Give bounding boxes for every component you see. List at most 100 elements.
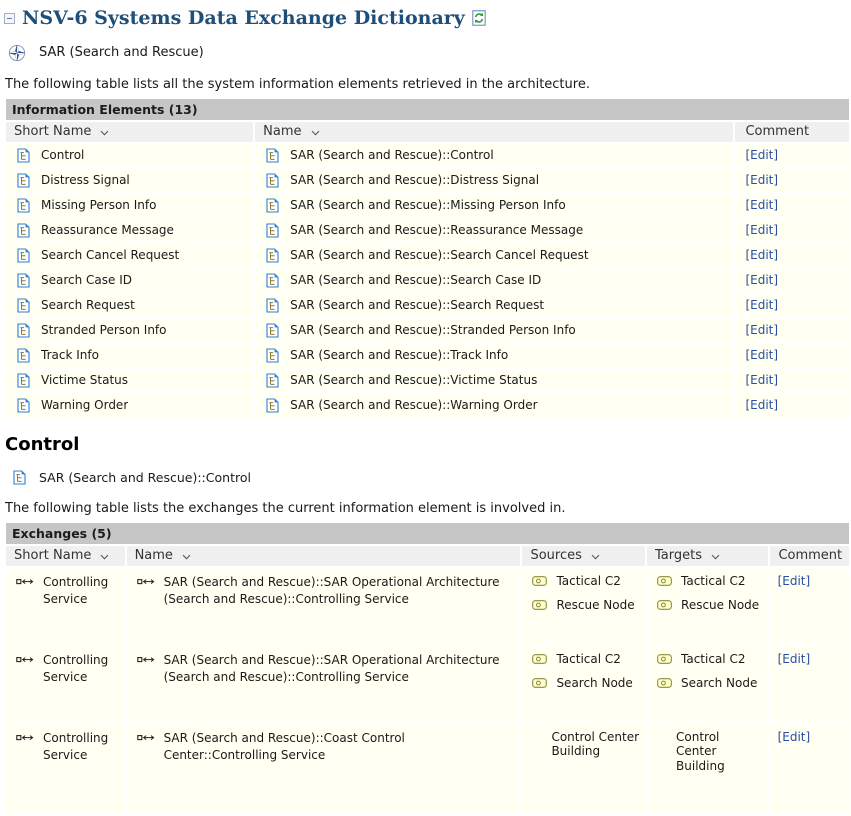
short-name-cell: Controlling Service [6, 568, 125, 644]
short-name-text: Search Case ID [41, 273, 132, 287]
sort-chevron-icon[interactable] [711, 554, 720, 560]
short-name-cell: Warning Order [6, 394, 253, 417]
comment-cell: [Edit] [735, 369, 849, 392]
sort-chevron-icon[interactable] [100, 554, 109, 560]
comment-cell: [Edit] [770, 568, 849, 644]
edit-comment-link[interactable]: [Edit] [739, 398, 778, 412]
document-icon [266, 348, 279, 363]
document-icon [17, 248, 30, 263]
information-element-row: Search Cancel Request SAR (Search and Re… [6, 244, 849, 267]
comment-cell: [Edit] [735, 219, 849, 242]
element-name-text: SAR (Search and Rescue)::Search Cancel R… [290, 248, 588, 262]
column-header[interactable]: Short Name [6, 122, 253, 142]
column-header-label: Name [135, 548, 173, 563]
short-name-text: Control [41, 148, 84, 162]
short-name-text: Controlling Service [43, 730, 121, 764]
information-element-row: Control SAR (Search and Rescue)::Control… [6, 144, 849, 167]
node-entry: Search Node [532, 676, 641, 690]
document-icon [17, 173, 30, 188]
edit-comment-link[interactable]: [Edit] [739, 323, 778, 337]
document-icon [266, 323, 279, 338]
short-name-text: Controlling Service [43, 652, 121, 686]
edit-comment-link[interactable]: [Edit] [774, 574, 811, 588]
short-name-cell: Search Request [6, 294, 253, 317]
node-entry: Tactical C2 [657, 652, 764, 666]
name-cell: SAR (Search and Rescue)::SAR Operational… [127, 568, 521, 644]
document-icon [266, 148, 279, 163]
document-icon [266, 298, 279, 313]
short-name-cell: Controlling Service [6, 646, 125, 722]
exchanges-table-body: Controlling Service SAR (Search and Resc… [6, 568, 849, 814]
element-name-text: SAR (Search and Rescue)::Victime Status [290, 373, 537, 387]
column-header[interactable]: Short Name [6, 546, 125, 566]
edit-comment-link[interactable]: [Edit] [739, 198, 778, 212]
exchanges-table-header-row: Short Name Name Sources Targets Comment [6, 546, 849, 566]
document-icon [266, 373, 279, 388]
name-cell: SAR (Search and Rescue)::Track Info [255, 344, 733, 367]
name-cell: SAR (Search and Rescue)::Search Request [255, 294, 733, 317]
short-name-cell: Missing Person Info [6, 194, 253, 217]
column-header-label: Sources [530, 548, 581, 563]
column-header[interactable]: Targets [647, 546, 768, 566]
node-entry: Control Center Building [657, 730, 764, 773]
element-name-text: SAR (Search and Rescue)::Stranded Person… [290, 323, 576, 337]
edit-comment-link[interactable]: [Edit] [739, 248, 778, 262]
short-name-text: Reassurance Message [41, 223, 174, 237]
document-icon [17, 373, 30, 388]
flow-connector-icon [16, 655, 34, 664]
information-element-row: Track Info SAR (Search and Rescue)::Trac… [6, 344, 849, 367]
name-cell: SAR (Search and Rescue)::Warning Order [255, 394, 733, 417]
sort-chevron-icon[interactable] [591, 554, 600, 560]
report-page: NSV-6 Systems Data Exchange Dictionary S… [0, 0, 851, 816]
exchanges-table: Exchanges (5) Short Name Name Sources Ta… [4, 521, 851, 816]
edit-comment-link[interactable]: [Edit] [739, 223, 778, 237]
sort-chevron-icon[interactable] [100, 130, 109, 136]
column-header-label: Short Name [14, 548, 91, 563]
short-name-text: Warning Order [41, 398, 128, 412]
short-name-cell: Victime Status [6, 369, 253, 392]
short-name-cell: Control [6, 144, 253, 167]
name-cell: SAR (Search and Rescue)::Distress Signal [255, 169, 733, 192]
edit-comment-link[interactable]: [Edit] [739, 148, 778, 162]
document-icon [266, 173, 279, 188]
column-header[interactable]: Sources [522, 546, 645, 566]
document-icon [266, 248, 279, 263]
document-icon [266, 273, 279, 288]
edit-comment-link[interactable]: [Edit] [739, 273, 778, 287]
node-entry: Tactical C2 [532, 574, 641, 588]
sort-chevron-icon[interactable] [311, 130, 320, 136]
document-icon [17, 348, 30, 363]
short-name-cell: Stranded Person Info [6, 319, 253, 342]
report-refresh-icon[interactable] [472, 10, 486, 26]
column-header[interactable]: Comment [770, 546, 849, 566]
edit-comment-link[interactable]: [Edit] [774, 730, 811, 744]
column-header[interactable]: Name [127, 546, 521, 566]
comment-cell: [Edit] [735, 269, 849, 292]
info-table-title-band: Information Elements (13) [6, 99, 849, 120]
short-name-text: Missing Person Info [41, 198, 156, 212]
short-name-text: Track Info [41, 348, 99, 362]
comment-cell: [Edit] [735, 294, 849, 317]
comment-cell: [Edit] [735, 344, 849, 367]
short-name-text: Controlling Service [43, 574, 121, 608]
edit-comment-link[interactable]: [Edit] [739, 173, 778, 187]
column-header[interactable]: Name [255, 122, 733, 142]
collapse-minus-icon[interactable] [4, 13, 15, 24]
edit-comment-link[interactable]: [Edit] [739, 373, 778, 387]
document-icon [17, 298, 30, 313]
edit-comment-link[interactable]: [Edit] [739, 348, 778, 362]
node-entry: Control Center Building [532, 730, 641, 759]
name-cell: SAR (Search and Rescue)::Stranded Person… [255, 319, 733, 342]
short-name-text: Search Cancel Request [41, 248, 179, 262]
subject-row: SAR (Search and Rescue) [8, 44, 847, 62]
edit-comment-link[interactable]: [Edit] [739, 298, 778, 312]
edit-comment-link[interactable]: [Edit] [774, 652, 811, 666]
info-table-title: Information Elements (13) [12, 102, 198, 117]
exchanges-table-intro: The following table lists the exchanges … [5, 501, 847, 516]
sort-chevron-icon[interactable] [182, 554, 191, 560]
column-header[interactable]: Comment [735, 122, 849, 142]
node-label: Tactical C2 [556, 652, 620, 666]
element-name-text: SAR (Search and Rescue)::Search Request [290, 298, 544, 312]
information-element-row: Missing Person Info SAR (Search and Resc… [6, 194, 849, 217]
sources-cell: Tactical C2 Rescue Node [522, 568, 645, 644]
